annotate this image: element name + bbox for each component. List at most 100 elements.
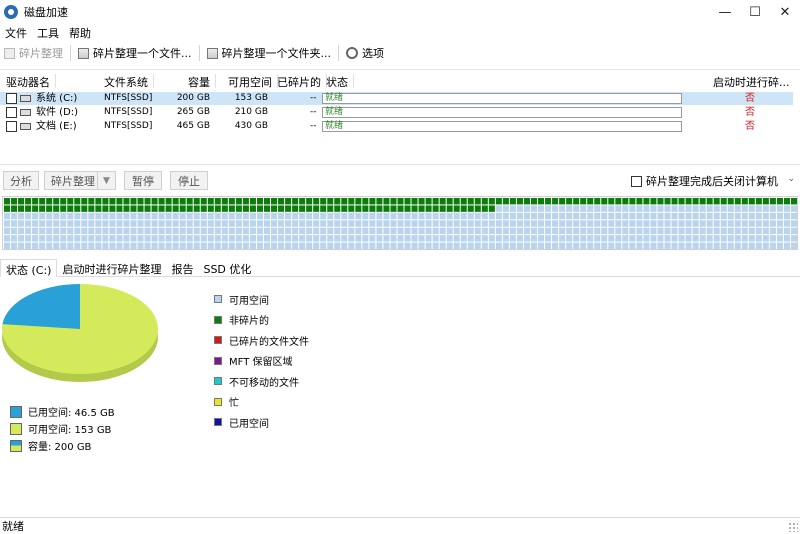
analyze-button[interactable]: 分析 — [3, 171, 39, 190]
table-row[interactable]: 文档 (E:) NTFS[SSD] 465 GB 430 GB -- 就绪 否 — [0, 120, 793, 133]
cluster-block — [460, 235, 467, 242]
cluster-block — [383, 212, 390, 220]
cluster-block — [285, 212, 292, 220]
cluster-block — [741, 212, 748, 220]
cluster-block — [706, 212, 713, 220]
toolbar-separator — [198, 45, 200, 61]
cluster-block — [404, 227, 411, 235]
cluster-block — [355, 198, 362, 205]
cluster-block — [769, 212, 776, 220]
dropdown-arrow-icon[interactable]: ▼ — [97, 172, 115, 189]
menu-file[interactable]: 文件 — [3, 25, 35, 41]
cluster-block — [46, 220, 53, 227]
cluster-block — [769, 198, 776, 205]
menu-tools[interactable]: 工具 — [35, 25, 67, 41]
defrag-button[interactable]: 碎片整理 — [0, 43, 67, 63]
shutdown-checkbox[interactable] — [631, 175, 642, 187]
header-filesystem[interactable]: 文件系统 — [104, 74, 154, 90]
cluster-block — [523, 212, 530, 220]
cluster-block — [130, 212, 137, 220]
row-checkbox[interactable] — [6, 121, 17, 132]
header-boot-defrag[interactable]: 启动时进行碎... — [713, 74, 790, 90]
cluster-block — [249, 205, 256, 212]
tab-boot-defrag[interactable]: 启动时进行碎片整理 — [57, 259, 166, 277]
cluster-block — [235, 220, 242, 227]
cluster-block — [664, 235, 671, 242]
defrag-split-button[interactable]: 碎片整理 ▼ — [44, 171, 116, 190]
cluster-block — [580, 235, 587, 242]
cluster-block — [566, 205, 573, 212]
drive-capacity: 465 GB — [176, 121, 210, 131]
cluster-block — [790, 242, 797, 249]
cluster-block — [446, 220, 453, 227]
cluster-block — [144, 242, 151, 249]
cluster-block — [53, 212, 60, 220]
cluster-block — [643, 205, 650, 212]
cluster-block — [411, 198, 418, 205]
cluster-block — [228, 227, 235, 235]
cluster-block — [228, 235, 235, 242]
header-capacity[interactable]: 容量 — [188, 74, 216, 90]
cluster-block — [95, 235, 102, 242]
cluster-block — [601, 227, 608, 235]
minimize-button[interactable]: — — [710, 0, 740, 24]
cluster-block — [39, 220, 46, 227]
cluster-block — [474, 220, 481, 227]
header-fragmented[interactable]: 已碎片的 — [277, 74, 327, 90]
cluster-block — [292, 220, 299, 227]
cluster-block — [151, 242, 158, 249]
defrag-files-button[interactable]: 碎片整理一个文件... — [74, 43, 196, 63]
maximize-button[interactable]: ☐ — [740, 0, 770, 24]
options-button[interactable]: 选项 — [342, 43, 388, 63]
stop-button[interactable]: 停止 — [170, 171, 208, 190]
cluster-block — [516, 242, 523, 249]
cluster-block — [720, 235, 727, 242]
cluster-block — [285, 227, 292, 235]
header-free-space[interactable]: 可用空间 — [228, 74, 278, 90]
cluster-block — [608, 235, 615, 242]
cluster-block — [158, 198, 165, 205]
menu-help[interactable]: 帮助 — [67, 25, 99, 41]
cluster-block — [509, 212, 516, 220]
cluster-block — [636, 235, 643, 242]
cluster-block — [271, 220, 278, 227]
cluster-block — [741, 235, 748, 242]
pause-button[interactable]: 暂停 — [124, 171, 162, 190]
status-text: 就绪 — [2, 520, 24, 533]
table-row[interactable]: 系统 (C:) NTFS[SSD] 200 GB 153 GB -- 就绪 否 — [0, 92, 793, 105]
cluster-block — [214, 205, 221, 212]
shutdown-option[interactable]: 碎片整理完成后关闭计算机 — [631, 173, 778, 189]
cluster-block — [130, 220, 137, 227]
cluster-block — [165, 227, 172, 235]
cluster-block — [383, 220, 390, 227]
cluster-block — [516, 198, 523, 205]
cluster-block — [699, 227, 706, 235]
close-button[interactable]: ✕ — [770, 0, 800, 24]
cluster-block — [608, 220, 615, 227]
cluster-block — [650, 227, 657, 235]
header-status[interactable]: 状态 — [326, 74, 354, 90]
cluster-block — [552, 205, 559, 212]
resize-grip-icon[interactable] — [788, 522, 798, 532]
cluster-block — [580, 227, 587, 235]
cluster-block — [481, 242, 488, 249]
cluster-block — [657, 212, 664, 220]
tab-status[interactable]: 状态 (C:) — [0, 259, 58, 277]
cluster-block — [692, 220, 699, 227]
cluster-block — [25, 235, 32, 242]
cluster-block — [474, 242, 481, 249]
tab-ssd-optimize[interactable]: SSD 优化 — [198, 259, 256, 277]
row-checkbox[interactable] — [6, 93, 17, 104]
header-drive[interactable]: 驱动器名 — [6, 74, 56, 90]
table-row[interactable]: 软件 (D:) NTFS[SSD] 265 GB 210 GB -- 就绪 否 — [0, 106, 793, 119]
chevron-down-icon[interactable]: ⌄ — [787, 174, 795, 184]
cluster-block — [355, 235, 362, 242]
defrag-folder-button[interactable]: 碎片整理一个文件夹... — [203, 43, 336, 63]
cluster-block — [453, 205, 460, 212]
cluster-block — [186, 198, 193, 205]
tab-report[interactable]: 报告 — [166, 259, 198, 277]
cluster-block — [615, 205, 622, 212]
drive-fs: NTFS[SSD] — [104, 107, 153, 117]
row-checkbox[interactable] — [6, 107, 17, 118]
cluster-block — [601, 235, 608, 242]
